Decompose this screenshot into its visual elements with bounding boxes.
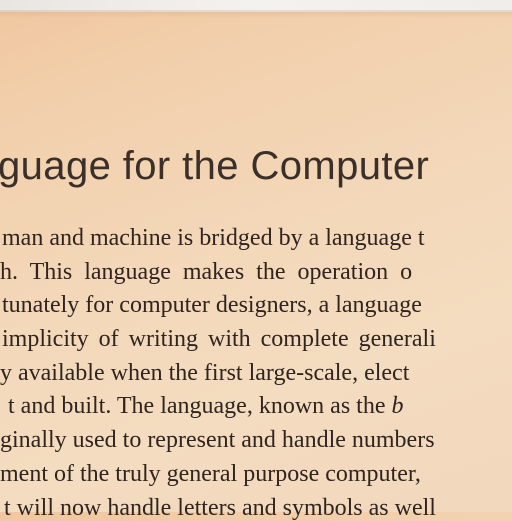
paragraph-line: ment of the truly general purpose comput…: [0, 461, 421, 487]
paragraph-line: man and machine is bridged by a language…: [2, 225, 425, 251]
paragraph-line: y available when the first large-scale, …: [0, 360, 410, 386]
paragraph-line-text: t and built. The language, known as the: [8, 393, 392, 419]
paragraph-line: h. This language makes the operation o: [0, 259, 413, 285]
paragraph-line: t and built. The language, known as the …: [8, 394, 403, 418]
italic-term: b: [391, 393, 404, 419]
paragraph-line: implicity of writing with complete gener…: [2, 326, 436, 352]
chapter-heading: guage for the Computer: [0, 144, 430, 188]
paragraph-line: ginally used to represent and handle num…: [0, 427, 435, 453]
paragraph-line: t will now handle letters and symbols as…: [4, 495, 436, 521]
paragraph-line: tunately for computer designers, a langu…: [2, 292, 422, 318]
page-edge-shadow: [0, 10, 512, 18]
